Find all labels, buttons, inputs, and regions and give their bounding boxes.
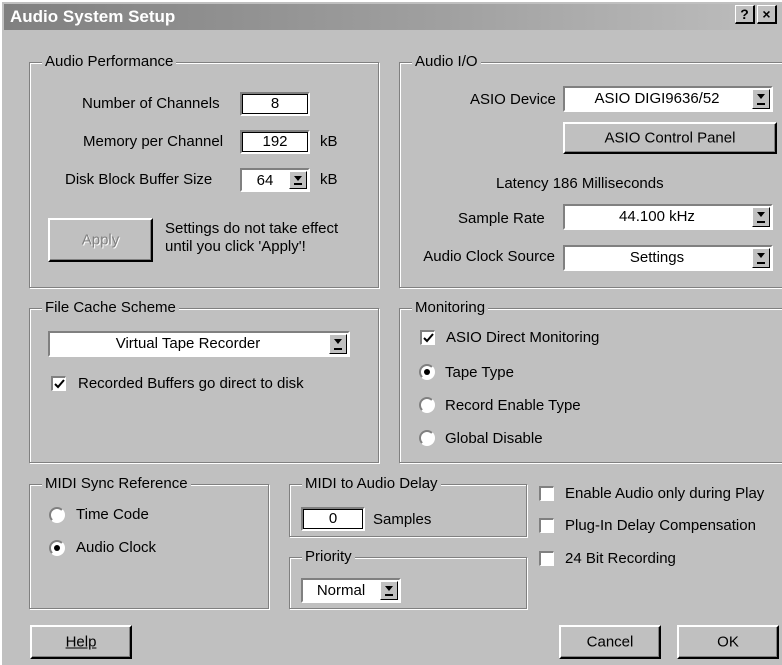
direct-disk-label: Recorded Buffers go direct to disk xyxy=(78,375,304,392)
close-title-button[interactable]: × xyxy=(757,5,777,24)
cancel-button[interactable]: Cancel xyxy=(559,625,661,659)
time-code-radio[interactable] xyxy=(49,507,65,523)
sample-rate-label: Sample Rate xyxy=(458,210,545,227)
chevron-down-icon[interactable] xyxy=(752,248,770,268)
asio-device-label: ASIO Device xyxy=(470,91,556,108)
radio-dot-icon xyxy=(54,545,60,551)
ok-button[interactable]: OK xyxy=(677,625,779,659)
plugin-delay-checkbox[interactable] xyxy=(539,518,554,533)
memory-unit: kB xyxy=(320,133,338,150)
priority-label: Priority xyxy=(302,548,355,565)
file-cache-label: File Cache Scheme xyxy=(42,299,179,316)
enable-audio-play-checkbox[interactable] xyxy=(539,486,554,501)
record-enable-label: Record Enable Type xyxy=(445,397,581,414)
apply-button[interactable]: Apply xyxy=(48,218,153,262)
help-button[interactable]: Help xyxy=(30,625,132,659)
memory-label: Memory per Channel xyxy=(83,133,224,150)
chevron-down-icon[interactable] xyxy=(752,207,770,227)
clock-source-label-clip: Audio Clock Source xyxy=(408,248,555,272)
checkmark-icon xyxy=(423,333,434,343)
24bit-recording-checkbox[interactable] xyxy=(539,551,554,566)
apply-note-line2: until you click 'Apply'! xyxy=(165,238,306,255)
buffer-select[interactable]: 64 xyxy=(240,168,310,192)
chevron-down-icon[interactable] xyxy=(752,89,770,109)
radio-dot-icon xyxy=(424,369,430,375)
record-enable-radio[interactable] xyxy=(419,397,435,413)
tape-type-label: Tape Type xyxy=(445,364,514,381)
title-bar: Audio System Setup xyxy=(4,4,782,30)
window-title: Audio System Setup xyxy=(10,7,176,26)
chevron-down-icon[interactable] xyxy=(329,334,347,354)
sample-rate-select[interactable]: 44.100 kHz xyxy=(563,204,773,230)
direct-disk-checkbox[interactable] xyxy=(51,376,66,391)
channels-label: Number of Channels xyxy=(82,95,220,112)
asio-direct-label: ASIO Direct Monitoring xyxy=(446,329,600,346)
file-cache-select[interactable]: Virtual Tape Recorder xyxy=(48,331,350,357)
chevron-down-icon[interactable] xyxy=(380,581,398,600)
clock-source-label: Audio Clock Source xyxy=(423,248,555,265)
midi-delay-unit: Samples xyxy=(373,511,432,528)
checkmark-icon xyxy=(54,379,65,389)
global-disable-radio[interactable] xyxy=(419,430,435,446)
audio-clock-radio[interactable] xyxy=(49,540,65,556)
enable-audio-play-label: Enable Audio only during Play xyxy=(565,485,765,502)
plugin-delay-label: Plug-In Delay Compensation xyxy=(565,517,756,534)
midi-sync-label: MIDI Sync Reference xyxy=(42,475,191,492)
time-code-label: Time Code xyxy=(76,506,149,523)
priority-select[interactable]: Normal xyxy=(301,578,401,603)
apply-note-line1: Settings do not take effect xyxy=(165,220,339,237)
memory-input[interactable]: 192 xyxy=(240,130,310,154)
channels-input[interactable]: 8 xyxy=(240,92,310,116)
global-disable-label: Global Disable xyxy=(445,430,543,447)
tape-type-radio[interactable] xyxy=(419,364,435,380)
latency-text: Latency 186 Milliseconds xyxy=(496,175,664,192)
chevron-down-icon[interactable] xyxy=(289,171,307,189)
buffer-label: Disk Block Buffer Size xyxy=(65,171,213,188)
audio-performance-label: Audio Performance xyxy=(42,53,177,70)
audio-io-label: Audio I/O xyxy=(412,53,481,70)
asio-direct-checkbox[interactable] xyxy=(420,330,435,345)
midi-delay-label: MIDI to Audio Delay xyxy=(302,475,441,492)
buffer-unit: kB xyxy=(320,171,338,188)
asio-device-select[interactable]: ASIO DIGI9636/52 xyxy=(563,86,773,112)
midi-delay-input[interactable]: 0 xyxy=(301,507,365,531)
audio-system-setup-dialog: Audio System Setup ? × Audio Performance… xyxy=(0,0,782,665)
help-title-button[interactable]: ? xyxy=(735,5,755,24)
asio-control-panel-button[interactable]: ASIO Control Panel xyxy=(563,122,777,154)
clock-source-select[interactable]: Settings xyxy=(563,245,773,271)
24bit-recording-label: 24 Bit Recording xyxy=(565,550,676,567)
monitoring-label: Monitoring xyxy=(412,299,489,316)
audio-clock-label: Audio Clock xyxy=(76,539,157,556)
